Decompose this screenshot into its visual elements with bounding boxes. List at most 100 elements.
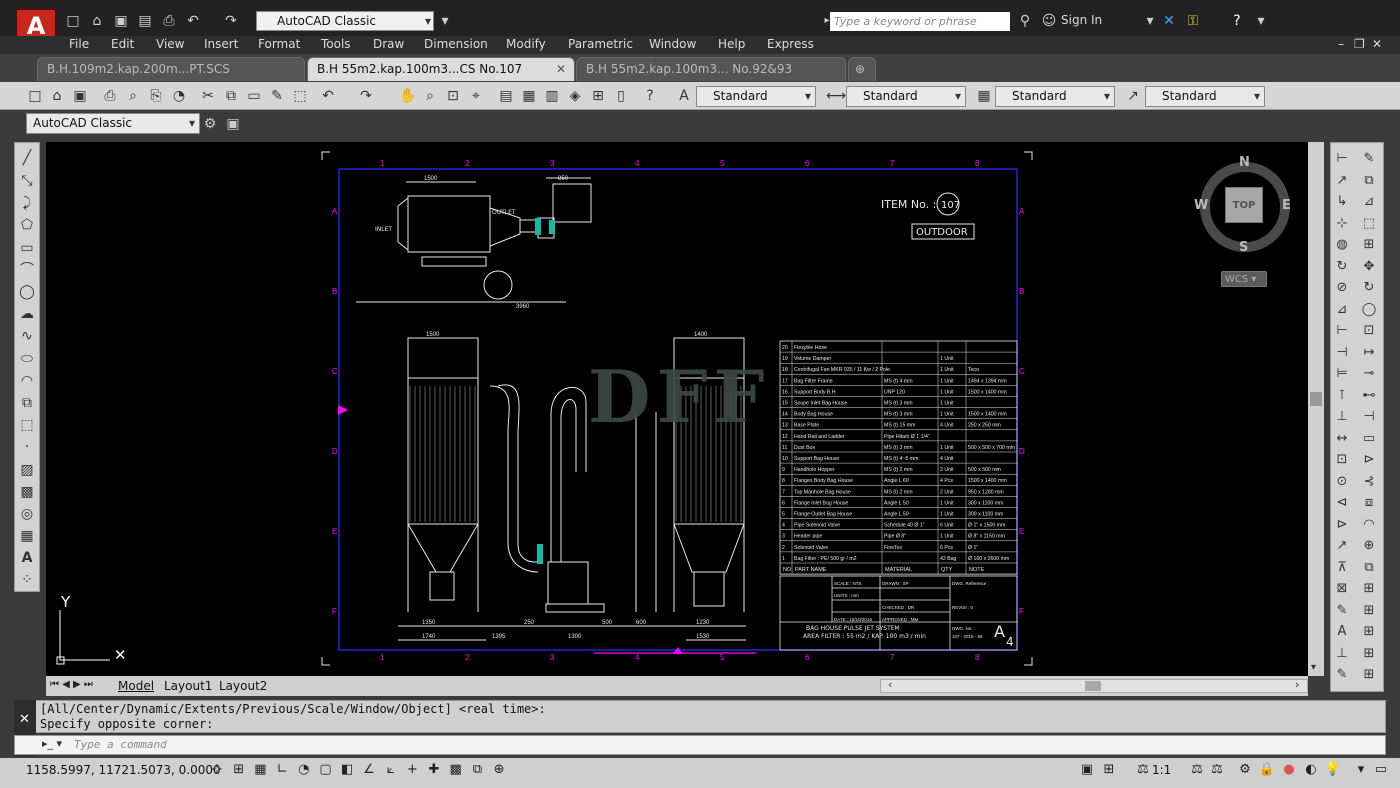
auto-scale-icon[interactable]: ⚖ <box>1208 761 1226 779</box>
dimension-tool-icon[interactable]: Α <box>1333 623 1351 641</box>
dimension-tool-icon[interactable]: ⊥ <box>1333 408 1351 426</box>
open-file-icon[interactable]: ⌂ <box>88 12 106 30</box>
user-icon[interactable]: ☺ <box>1040 12 1058 30</box>
modify-tool-icon[interactable]: ⊣ <box>1360 408 1378 426</box>
zoom-realtime-icon[interactable]: ⌕ <box>421 87 439 105</box>
sign-in-link[interactable]: Sign In <box>1061 13 1102 27</box>
menu-draw[interactable]: Draw <box>373 37 404 51</box>
polyline-icon[interactable]: ⤸ <box>18 194 36 212</box>
modify-tool-icon[interactable]: ⧉ <box>1360 559 1378 577</box>
quick-view-layouts-icon[interactable]: ⊞ <box>1100 761 1118 779</box>
dimension-tool-icon[interactable]: ⊲ <box>1333 494 1351 512</box>
modify-tool-icon[interactable]: ⬚ <box>1360 215 1378 233</box>
modify-tool-icon[interactable]: ⊡ <box>1360 322 1378 340</box>
add-selected-icon[interactable]: ⁘ <box>18 571 36 589</box>
dynamic-input-icon[interactable]: + <box>403 761 421 779</box>
modify-tool-icon[interactable]: ⊳ <box>1360 451 1378 469</box>
qnew-icon[interactable]: □ <box>26 87 44 105</box>
dimension-tool-icon[interactable]: ⊥ <box>1333 645 1351 663</box>
modify-tool-icon[interactable]: ↻ <box>1360 279 1378 297</box>
hardware-accel-icon[interactable]: ● <box>1280 761 1298 779</box>
dimension-tool-icon[interactable]: ⊳ <box>1333 516 1351 534</box>
block-editor-icon[interactable]: ⬚ <box>291 87 309 105</box>
save-as-icon[interactable]: ▤ <box>136 12 154 30</box>
annotation-scale-value[interactable]: 1:1 <box>1152 763 1171 777</box>
quick-properties-icon[interactable]: ⧉ <box>468 761 486 779</box>
modify-tool-icon[interactable]: ⊸ <box>1360 365 1378 383</box>
infer-constraints-icon[interactable]: ⊹ <box>208 761 226 779</box>
mleader-style-select[interactable]: Standard ▾ <box>1145 86 1265 107</box>
plot-icon[interactable]: ⎙ <box>160 12 178 30</box>
open-icon[interactable]: ⌂ <box>48 87 66 105</box>
design-center-icon[interactable]: ▦ <box>520 87 538 105</box>
command-prompt-icon[interactable]: ▸_ ▾ <box>42 737 62 750</box>
annotation-visibility-icon[interactable]: ⚖ <box>1188 761 1206 779</box>
dimension-tool-icon[interactable]: ⊹ <box>1333 215 1351 233</box>
layout-nav-first-icon[interactable]: ⏮ ◀ ▶ ⏭ <box>50 679 93 690</box>
modify-tool-icon[interactable]: ⊿ <box>1360 193 1378 211</box>
wcs-menu-button[interactable]: WCS ▾ <box>1221 271 1267 287</box>
menu-view[interactable]: View <box>156 37 184 51</box>
modify-tool-icon[interactable]: ✎ <box>1360 150 1378 168</box>
snap-mode-icon[interactable]: ⊞ <box>230 761 248 779</box>
scroll-left-icon[interactable]: ‹ <box>888 678 892 691</box>
publish-icon[interactable]: ⎘ <box>147 87 165 105</box>
dimension-tool-icon[interactable]: ⊠ <box>1333 580 1351 598</box>
gradient-icon[interactable]: ▩ <box>18 483 36 501</box>
layout1-tab[interactable]: Layout1 <box>164 679 212 693</box>
doc-close-icon[interactable]: ✕ <box>1372 37 1382 51</box>
file-tab-3[interactable]: B.H 55m2.kap.100m3... No.92&93 Outdoor* <box>576 57 846 98</box>
save-tb-icon[interactable]: ▣ <box>71 87 89 105</box>
sign-in-dropdown-icon[interactable]: ▾ <box>1141 12 1159 30</box>
dimension-tool-icon[interactable]: ⊘ <box>1333 279 1351 297</box>
properties-icon[interactable]: ▤ <box>497 87 515 105</box>
menu-express[interactable]: Express <box>767 37 814 51</box>
modify-tool-icon[interactable]: ⊞ <box>1360 236 1378 254</box>
menu-parametric[interactable]: Parametric <box>568 37 633 51</box>
dim-style-icon[interactable]: ⟷ <box>826 87 846 105</box>
workspace-save-icon[interactable]: ▣ <box>224 115 242 133</box>
compass-north[interactable]: N <box>1239 155 1250 170</box>
doc-restore-icon[interactable]: ❐ <box>1354 37 1365 51</box>
revision-cloud-icon[interactable]: ☁ <box>18 305 36 323</box>
table-icon[interactable]: ▦ <box>18 527 36 545</box>
coordinates-readout[interactable]: 1158.5997, 11721.5073, 0.0000 <box>26 763 221 777</box>
plot-preview-icon[interactable]: ⌕ <box>124 87 142 105</box>
modify-tool-icon[interactable]: ⊕ <box>1360 537 1378 555</box>
dimension-tool-icon[interactable]: ⊡ <box>1333 451 1351 469</box>
modify-tool-icon[interactable]: ⊞ <box>1360 623 1378 641</box>
compass-west[interactable]: W <box>1194 198 1208 213</box>
markup-icon[interactable]: ⊞ <box>589 87 607 105</box>
polar-tracking-icon[interactable]: ◔ <box>295 761 313 779</box>
ortho-mode-icon[interactable]: ∟ <box>273 761 291 779</box>
model-space-icon[interactable]: ▣ <box>1078 761 1096 779</box>
menu-tools[interactable]: Tools <box>321 37 351 51</box>
workspace-select[interactable]: AutoCAD Classic ▾ <box>256 11 434 31</box>
dimension-tool-icon[interactable]: ⊣ <box>1333 344 1351 362</box>
dimension-tool-icon[interactable]: ⊼ <box>1333 559 1351 577</box>
dimension-tool-icon[interactable]: ↗ <box>1333 537 1351 555</box>
sheet-set-icon[interactable]: ◈ <box>566 87 584 105</box>
zoom-window-icon[interactable]: ⊡ <box>444 87 462 105</box>
dim-style-select[interactable]: Standard ▾ <box>846 86 966 107</box>
stay-connected-icon[interactable]: ⚿ <box>1184 12 1202 30</box>
menu-file[interactable]: File <box>69 37 89 51</box>
command-input-bar[interactable] <box>14 735 1386 755</box>
modify-tool-icon[interactable]: ⊞ <box>1360 666 1378 684</box>
modify-tool-icon[interactable]: ⧈ <box>1360 494 1378 512</box>
redo-icon[interactable]: ↷ <box>222 12 240 30</box>
dimension-tool-icon[interactable]: ◍ <box>1333 236 1351 254</box>
circle-icon[interactable]: ◯ <box>18 283 36 301</box>
menu-edit[interactable]: Edit <box>111 37 134 51</box>
vertical-scrollbar[interactable] <box>1308 142 1324 676</box>
spline-icon[interactable]: ∿ <box>18 327 36 345</box>
hatch-icon[interactable]: ▨ <box>18 461 36 479</box>
model-tab[interactable]: Model <box>118 679 154 693</box>
clean-screen-icon[interactable]: ▭ <box>1372 761 1390 779</box>
scroll-right-icon[interactable]: › <box>1295 678 1299 691</box>
copy-icon[interactable]: ⧉ <box>222 87 240 105</box>
undo-tb-icon[interactable]: ↶ <box>319 87 337 105</box>
help-dropdown-icon[interactable]: ▾ <box>1252 12 1270 30</box>
dimension-tool-icon[interactable]: ✎ <box>1333 602 1351 620</box>
clean-screen-bulb-icon[interactable]: 💡 <box>1324 761 1342 779</box>
